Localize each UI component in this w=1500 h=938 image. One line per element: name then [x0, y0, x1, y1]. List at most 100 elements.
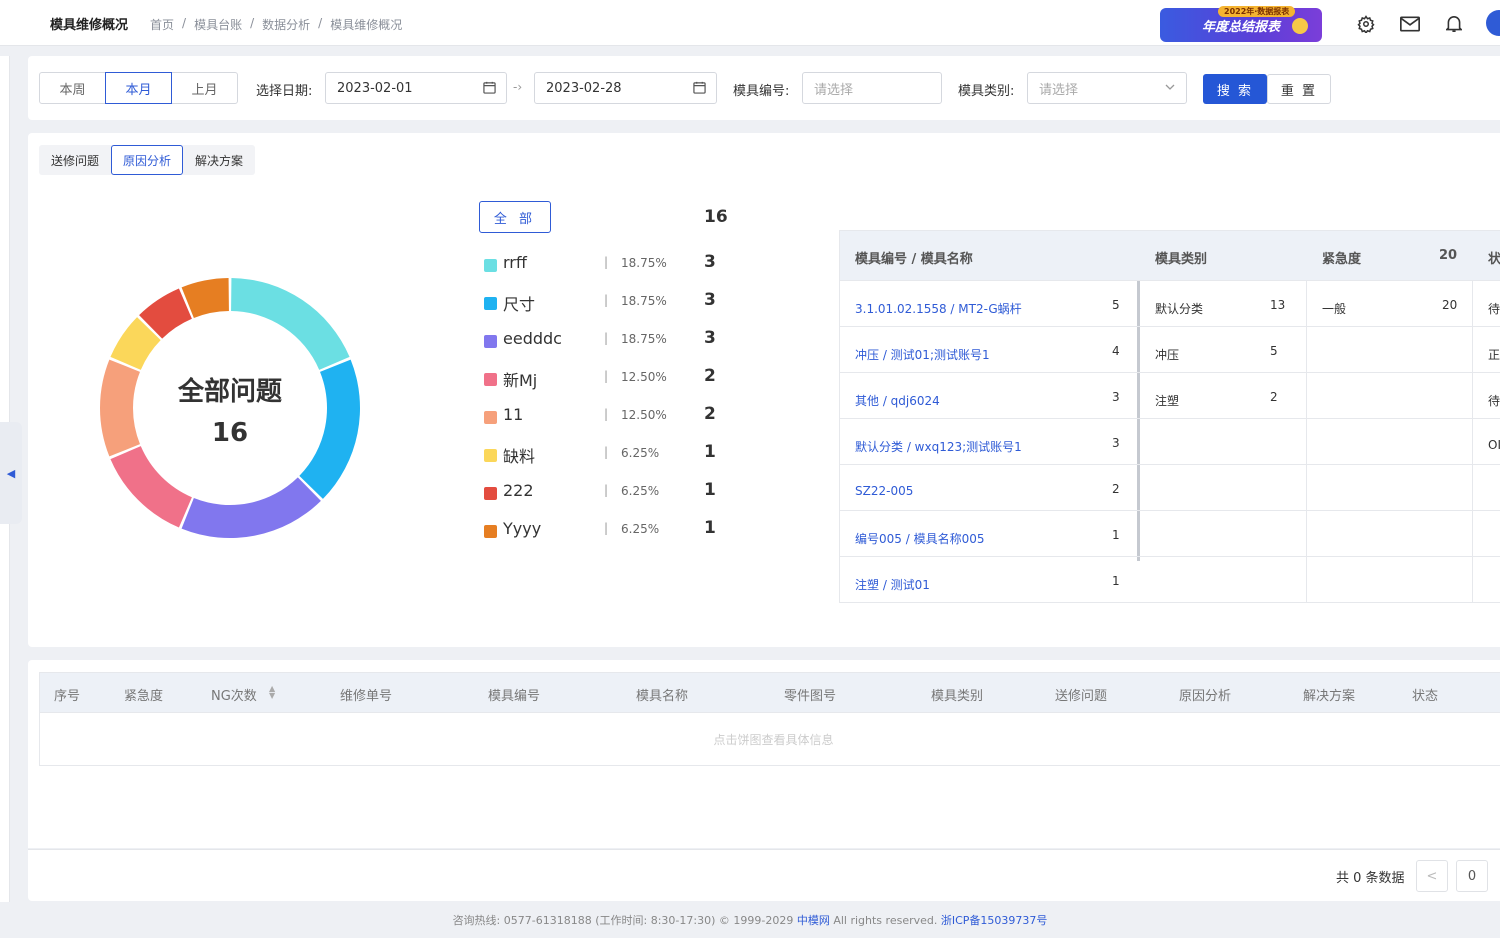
mold-no-select[interactable]: 请选择: [802, 72, 942, 104]
status-name[interactable]: 待: [1488, 300, 1500, 317]
mail-icon[interactable]: [1399, 13, 1421, 35]
annual-report-banner[interactable]: 2022年·数据报表 年度总结报表: [1160, 6, 1322, 42]
tab-repair-issue[interactable]: 送修问题: [39, 145, 111, 175]
mold-type-name[interactable]: 冲压: [1155, 346, 1179, 363]
legend-label: 尺寸: [503, 295, 536, 314]
calendar-icon: [483, 81, 496, 98]
prev-page-button[interactable]: <: [1416, 860, 1448, 892]
legend-swatch: [484, 525, 497, 538]
legend-item[interactable]: eedddc | 18.75% 3: [484, 327, 744, 365]
legend-item[interactable]: Yyyy | 6.25% 1: [484, 517, 744, 555]
donut-slice[interactable]: [231, 278, 350, 370]
urgency-name[interactable]: 一般: [1322, 300, 1346, 317]
donut-chart[interactable]: 全部问题 16: [99, 277, 361, 539]
footer-hotline: 咨询热线: 0577-61318188 (工作时间: 8:30-17:30) ©…: [452, 914, 794, 927]
legend-swatch: [484, 335, 497, 348]
breadcrumb-home[interactable]: 首页: [150, 16, 174, 33]
banner-text: 年度总结报表: [1201, 19, 1280, 35]
legend-divider: |: [604, 331, 609, 345]
legend-divider: |: [604, 369, 609, 383]
col-ng-count[interactable]: NG次数: [211, 685, 257, 704]
reset-button[interactable]: 重 置: [1267, 74, 1331, 104]
legend-item[interactable]: 222 | 6.25% 1: [484, 479, 744, 517]
legend-item[interactable]: 11 | 12.50% 2: [484, 403, 744, 441]
pagination: 共 0 条数据 < 0: [28, 849, 1500, 901]
start-date-value: 2023-02-01: [337, 80, 413, 96]
mold-link[interactable]: 冲压 / 测试01;测试账号1: [855, 346, 990, 363]
breadcrumb-data-analysis[interactable]: 数据分析: [262, 16, 310, 33]
mold-link[interactable]: 编号005 / 模具名称005: [855, 530, 984, 547]
legend-divider: |: [604, 483, 609, 497]
legend-percent: 6.25%: [621, 484, 660, 498]
legend-count: 2: [704, 366, 716, 386]
page-number-button[interactable]: 0: [1456, 860, 1488, 892]
col-index: 序号: [54, 689, 81, 704]
mold-type-count: 2: [1270, 390, 1278, 404]
legend-item[interactable]: 缺料 | 6.25% 1: [484, 441, 744, 479]
tab-solution[interactable]: 解决方案: [183, 145, 255, 175]
legend-swatch: [484, 297, 497, 310]
filter-panel: 本周 本月 上月 选择日期: 2023-02-01 -› 2023-02-28 …: [28, 56, 1500, 120]
period-this-month[interactable]: 本月: [105, 72, 172, 104]
mold-link[interactable]: 3.1.01.02.1558 / MT2-G蜗杆: [855, 300, 1022, 317]
legend-count: 1: [704, 480, 716, 500]
legend-swatch: [484, 373, 497, 386]
sidebar-toggle-icon[interactable]: ◀: [0, 422, 22, 524]
bell-icon[interactable]: [1443, 13, 1465, 35]
breadcrumb-separator: /: [250, 16, 255, 30]
footer-icp-link[interactable]: 浙ICP备15039737号: [941, 914, 1048, 927]
col-urgency: 紧急度: [124, 689, 164, 704]
mold-type-name[interactable]: 默认分类: [1155, 300, 1203, 317]
breadcrumb-mold-ledger[interactable]: 模具台账: [194, 16, 242, 33]
legend-label: 新Mj: [503, 371, 538, 390]
detail-card: 序号 紧急度 NG次数 ▲ ▼ 维修单号 模具编号 模具名称 零件图号 模具类别 …: [28, 660, 1500, 848]
header-mold-no-name: 模具编号 / 模具名称: [855, 252, 973, 267]
breadcrumb-separator: /: [182, 16, 187, 30]
legend-item[interactable]: rrff | 18.75% 3: [484, 251, 744, 289]
start-date-field[interactable]: 2023-02-01: [325, 72, 507, 104]
status-name[interactable]: OI: [1488, 438, 1500, 452]
legend-item[interactable]: 尺寸 | 18.75% 3: [484, 289, 744, 327]
mold-count: 5: [1112, 298, 1120, 312]
legend-divider: |: [604, 255, 609, 269]
analysis-card: 送修问题 原因分析 解决方案 全部问题 16 全 部 16 rrff | 18.75…: [28, 133, 1500, 647]
chevron-down-icon: [1164, 81, 1176, 97]
user-avatar[interactable]: [1486, 10, 1500, 36]
header-urgency-count: 20: [1439, 248, 1458, 263]
donut-slice[interactable]: [110, 446, 192, 528]
period-this-week[interactable]: 本周: [39, 72, 106, 104]
mold-link[interactable]: SZ22-005: [855, 484, 913, 498]
search-button[interactable]: 搜 索: [1203, 74, 1267, 104]
period-last-month[interactable]: 上月: [171, 72, 238, 104]
tab-cause-analysis[interactable]: 原因分析: [111, 145, 184, 175]
show-all-button[interactable]: 全 部: [479, 201, 551, 233]
end-date-field[interactable]: 2023-02-28: [534, 72, 717, 104]
legend-percent: 18.75%: [621, 294, 667, 308]
status-name[interactable]: 待: [1488, 392, 1500, 409]
mold-type-select[interactable]: 请选择: [1027, 72, 1187, 104]
breadcrumb-separator: /: [318, 16, 323, 30]
total-count: 16: [704, 207, 728, 227]
donut-slice[interactable]: [181, 477, 321, 538]
legend-swatch: [484, 487, 497, 500]
footer-brand-link[interactable]: 中模网: [797, 914, 830, 927]
mold-link[interactable]: 其他 / qdj6024: [855, 392, 940, 409]
legend-percent: 6.25%: [621, 522, 660, 536]
header-urgency: 紧急度: [1322, 252, 1362, 267]
mold-link[interactable]: 注塑 / 测试01: [855, 576, 930, 593]
legend-count: 1: [704, 442, 716, 462]
legend-label: rrff: [503, 253, 527, 272]
mold-type-name[interactable]: 注塑: [1155, 392, 1179, 409]
mold-count: 2: [1112, 482, 1120, 496]
table-body: 3.1.01.02.1558 / MT2-G蜗杆 5 默认分类 13 一般 20 待冲压 /…: [840, 281, 1500, 603]
col-mold-name: 模具名称: [636, 689, 689, 704]
status-name[interactable]: 正: [1488, 346, 1500, 363]
mold-link[interactable]: 默认分类 / wxq123;测试账号1: [855, 438, 1022, 455]
legend-item[interactable]: 新Mj | 12.50% 2: [484, 365, 744, 403]
mold-type-count: 5: [1270, 344, 1278, 358]
mold-type-count: 13: [1270, 298, 1286, 312]
mold-count: 3: [1112, 390, 1120, 404]
settings-gear-icon[interactable]: [1355, 13, 1377, 35]
sort-icon[interactable]: ▲ ▼: [269, 685, 275, 700]
col-mold-no: 模具编号: [488, 689, 541, 704]
